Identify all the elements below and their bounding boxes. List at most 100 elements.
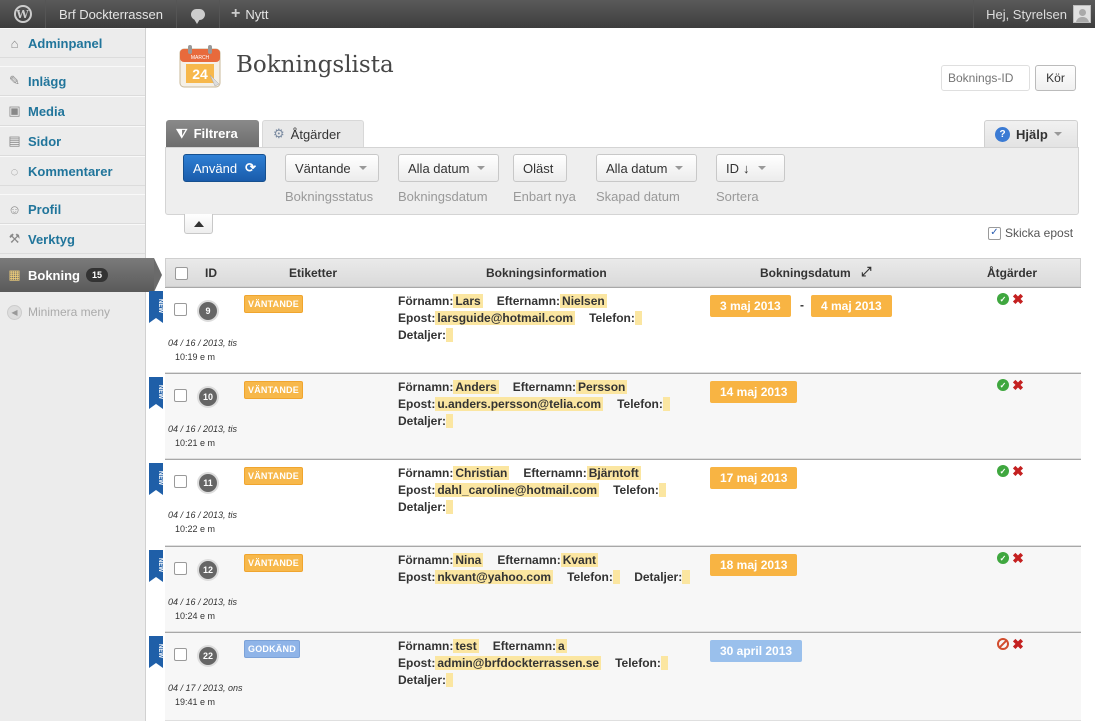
booking-info: Förnamn: Lars Efternamn: Nielsen Epost: lars… xyxy=(398,293,643,344)
status-dropdown[interactable]: Väntande xyxy=(285,154,379,182)
table-row: NEW 10 VÄNTANDE 04 / 16 / 2013, tis 10:2… xyxy=(149,373,1081,459)
page-title: Bokningslista xyxy=(236,52,394,78)
account-menu[interactable]: Hej, Styrelsen xyxy=(973,0,1095,28)
booking-date-from: 17 maj 2013 xyxy=(710,467,798,489)
column-date[interactable]: Bokningsdatum xyxy=(760,266,851,280)
table-row: NEW 12 VÄNTANDE 04 / 16 / 2013, tis 10:2… xyxy=(149,546,1081,632)
status-badge: VÄNTANDE xyxy=(244,381,303,399)
sidebar-item-label: Inlägg xyxy=(28,73,67,89)
sidebar-item-label: Sidor xyxy=(28,133,62,149)
filter-icon: ⧨ xyxy=(176,125,188,141)
unread-filter-label: Enbart nya xyxy=(513,189,576,204)
sidebar-item-label: Bokning xyxy=(28,267,80,283)
sidebar-item-tools[interactable]: ⚒ Verktyg xyxy=(0,224,145,254)
unread-value: Oläst xyxy=(523,160,554,176)
sort-dropdown[interactable]: ID ↓ xyxy=(716,154,785,182)
tab-label: Hjälp xyxy=(1016,126,1048,142)
column-id[interactable]: ID xyxy=(205,266,217,280)
send-email-label: Skicka epost xyxy=(1005,226,1074,240)
tools-icon: ⚒ xyxy=(8,231,21,246)
row-actions: ✓ ✖ xyxy=(997,464,1024,478)
count-badge: 15 xyxy=(86,268,109,282)
booking-id-input[interactable] xyxy=(941,65,1030,91)
sidebar-item-label: Adminpanel xyxy=(28,35,103,51)
created-timestamp: 04 / 16 / 2013, tis 10:24 e m xyxy=(168,597,238,621)
row-checkbox[interactable] xyxy=(174,303,187,316)
collapse-filter-button[interactable] xyxy=(184,214,213,234)
row-checkbox[interactable] xyxy=(174,389,187,402)
tab-label: Åtgärder xyxy=(290,126,341,142)
calendar-page-icon: MARCH 24 xyxy=(179,45,221,88)
booking-id: 11 xyxy=(199,474,217,492)
new-content-menu[interactable]: + Nytt xyxy=(220,0,279,28)
delete-icon[interactable]: ✖ xyxy=(1012,464,1024,478)
go-button[interactable]: Kör xyxy=(1035,65,1076,91)
status-badge: VÄNTANDE xyxy=(244,554,303,572)
booking-info: Förnamn: Nina Efternamn: Kvant Epost: nkvant… xyxy=(398,552,690,586)
sidebar-item-posts[interactable]: ✎ Inlägg xyxy=(0,66,145,96)
unread-toggle[interactable]: Oläst xyxy=(513,154,567,182)
avatar xyxy=(1073,5,1091,23)
delete-icon[interactable]: ✖ xyxy=(1012,378,1024,392)
booking-id: 9 xyxy=(199,302,217,320)
site-name-link[interactable]: Brf Dockterrassen xyxy=(46,0,177,28)
row-checkbox[interactable] xyxy=(174,648,187,661)
approve-icon[interactable]: ✓ xyxy=(997,465,1009,477)
row-checkbox[interactable] xyxy=(174,562,187,575)
sidebar-item-media[interactable]: ▣ Media xyxy=(0,96,145,126)
help-button[interactable]: ? Hjälp xyxy=(984,120,1078,147)
tab-actions[interactable]: ⚙ Åtgärder xyxy=(262,120,364,147)
cancel-approval-icon[interactable] xyxy=(997,638,1009,650)
status-badge: GODKÄND xyxy=(244,640,300,658)
arrow-down-icon: ↓ xyxy=(743,160,750,176)
comments-icon: ◌ xyxy=(10,163,19,179)
sidebar-item-profile[interactable]: ☺ Profil xyxy=(0,194,145,224)
delete-icon[interactable]: ✖ xyxy=(1012,551,1024,565)
row-checkbox[interactable] xyxy=(174,475,187,488)
chevron-down-icon xyxy=(675,166,684,170)
new-ribbon: NEW xyxy=(149,463,163,495)
collapse-label: Minimera meny xyxy=(28,305,111,319)
greeting: Hej, Styrelsen xyxy=(986,6,1067,22)
booking-date-dropdown[interactable]: Alla datum xyxy=(398,154,499,182)
pages-icon: ▤ xyxy=(8,133,21,148)
wordpress-logo-icon[interactable]: W xyxy=(0,0,46,28)
select-all-checkbox[interactable] xyxy=(175,267,188,280)
approve-icon[interactable]: ✓ xyxy=(997,552,1009,564)
booking-id: 22 xyxy=(199,647,217,665)
booking-info: Förnamn: test Efternamn: a Epost: admin@brfd… xyxy=(398,638,669,689)
pin-icon: ✎ xyxy=(9,73,20,88)
booking-date-to: 4 maj 2013 xyxy=(811,295,892,317)
expand-icon[interactable]: ⤢ xyxy=(861,264,871,280)
approve-icon[interactable]: ✓ xyxy=(997,293,1009,305)
booking-date-from: 18 maj 2013 xyxy=(710,554,798,576)
status-badge: VÄNTANDE xyxy=(244,467,303,485)
column-tags: Etiketter xyxy=(289,266,338,280)
created-timestamp: 04 / 16 / 2013, tis 10:19 e m xyxy=(168,338,238,362)
date-range-dash: - xyxy=(800,298,804,312)
delete-icon[interactable]: ✖ xyxy=(1012,292,1024,306)
sidebar-item-comments[interactable]: ◌ Kommentarer xyxy=(0,156,145,186)
plus-icon: + xyxy=(231,5,241,22)
new-ribbon: NEW xyxy=(149,377,163,409)
created-date-dropdown[interactable]: Alla datum xyxy=(596,154,697,182)
send-email-option[interactable]: ✓ Skicka epost xyxy=(988,226,1073,240)
row-actions: ✓ ✖ xyxy=(997,292,1024,306)
booking-date-filter-label: Bokningsdatum xyxy=(398,189,488,204)
approve-icon[interactable]: ✓ xyxy=(997,379,1009,391)
apply-button[interactable]: Använd ⟳ xyxy=(183,154,266,182)
chevron-down-icon xyxy=(477,166,486,170)
tab-filter[interactable]: ⧨ Filtrera xyxy=(166,120,259,147)
status-badge: VÄNTANDE xyxy=(244,295,303,313)
send-email-checkbox[interactable]: ✓ xyxy=(988,226,1001,240)
tab-label: Filtrera xyxy=(193,126,238,141)
booking-date-from: 30 april 2013 xyxy=(710,640,803,662)
collapse-menu-button[interactable]: ◀ Minimera meny xyxy=(0,298,145,326)
admin-sidebar: ⌂ Adminpanel ✎ Inlägg ▣ Media ▤ Sidor ◌ … xyxy=(0,28,162,721)
comments-icon[interactable] xyxy=(177,0,220,28)
sidebar-item-booking[interactable]: ▦ Bokning 15 xyxy=(0,258,162,292)
filter-panel: Använd ⟳ Väntande Bokningsstatus Alla da… xyxy=(165,147,1079,215)
delete-icon[interactable]: ✖ xyxy=(1012,637,1024,651)
sidebar-item-pages[interactable]: ▤ Sidor xyxy=(0,126,145,156)
sidebar-item-dashboard[interactable]: ⌂ Adminpanel xyxy=(0,28,145,58)
